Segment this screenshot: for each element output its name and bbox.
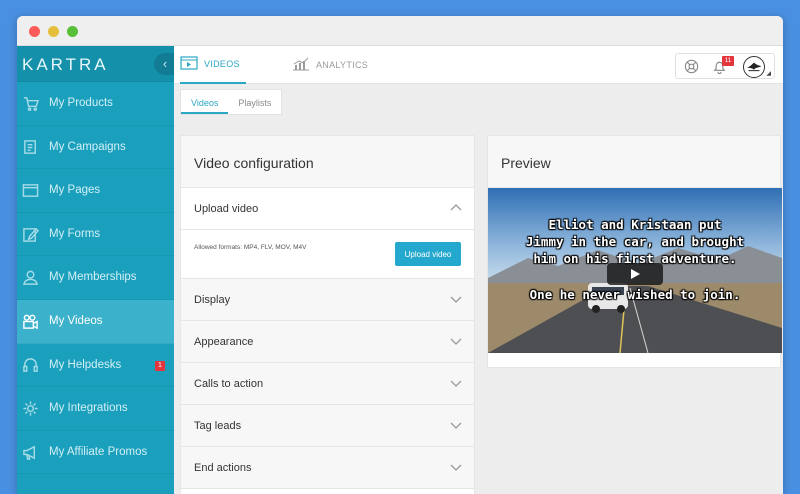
accordion-label: End actions: [194, 462, 252, 474]
notification-badge: 11: [722, 56, 734, 66]
top-actions: 11 ◢: [675, 53, 775, 79]
chevron-down-icon[interactable]: [450, 293, 462, 305]
support-lifebuoy-icon[interactable]: [683, 58, 700, 75]
accordion-label: Appearance: [194, 336, 254, 348]
video-configuration-panel: Video configuration Upload video Allowed…: [180, 135, 475, 494]
minimize-window-button[interactable]: [48, 26, 59, 37]
logo-bar: KARTRA ‹: [17, 46, 184, 82]
sidebar-item-pages[interactable]: My Pages: [17, 169, 174, 213]
chevron-down-icon[interactable]: [450, 461, 462, 473]
panel-title: Video configuration: [181, 136, 474, 188]
accordion-display[interactable]: Display: [181, 279, 474, 321]
sidebar-item-label: My Pages: [49, 184, 101, 197]
top-navigation: VIDEOS ANALYTICS 11 ◢: [174, 46, 783, 84]
accordion-label: Display: [194, 294, 231, 306]
analytics-chart-icon: [292, 57, 310, 73]
accordion-end-actions[interactable]: End actions: [181, 447, 474, 489]
video-subtitle-line-2: Jimmy in the car, and brought: [525, 234, 745, 249]
sidebar-item-label: My Integrations: [49, 402, 128, 415]
video-subtitle-line-1: Elliot and Kristaan put: [548, 217, 722, 232]
sidebar-item-integrations[interactable]: My Integrations: [17, 387, 174, 431]
pages-icon: [22, 182, 39, 199]
accordion-appearance[interactable]: Appearance: [181, 321, 474, 363]
sidebar-item-label: My Affiliate Promos: [49, 445, 148, 458]
sidebar-item-label: My Helpdesks: [49, 358, 122, 371]
user-avatar[interactable]: [743, 56, 765, 78]
accordion-upload-video[interactable]: Upload video: [181, 188, 474, 230]
tab-videos-label: VIDEOS: [204, 59, 240, 69]
upload-video-body: Allowed formats: MP4, FLV, MOV, M4V Uplo…: [181, 230, 474, 279]
video-subtitle-line-4: One he never wished to join.: [529, 287, 741, 302]
helpdesk-badge: 1: [155, 360, 165, 371]
kartra-logo[interactable]: KARTRA: [22, 55, 109, 75]
preview-title: Preview: [488, 136, 780, 188]
sidebar-item-label: My Forms: [49, 227, 101, 240]
upload-video-button[interactable]: Upload video: [395, 242, 461, 266]
sidebar-item-products[interactable]: My Products: [17, 82, 174, 126]
tab-analytics[interactable]: ANALYTICS: [292, 46, 368, 84]
forms-icon: [22, 226, 40, 243]
accordion-label: Tag leads: [194, 420, 242, 432]
chevron-down-icon[interactable]: [450, 377, 462, 389]
headset-icon: [22, 357, 39, 374]
window-titlebar: [17, 16, 783, 46]
sidebar-item-label: My Products: [49, 97, 113, 109]
maximize-window-button[interactable]: [67, 26, 78, 37]
sidebar-item-campaigns[interactable]: My Campaigns: [17, 126, 174, 170]
sidebar-item-forms[interactable]: My Forms: [17, 213, 174, 257]
cart-icon: [22, 95, 40, 112]
video-camera-icon: [22, 313, 39, 330]
tab-videos-list[interactable]: Videos: [181, 90, 229, 114]
chevron-down-icon[interactable]: [450, 335, 462, 347]
tab-analytics-label: ANALYTICS: [316, 60, 369, 70]
sub-tabs: Videos Playlists: [180, 89, 283, 115]
sidebar-item-label: My Videos: [49, 314, 103, 327]
avatar-dropdown-caret-icon[interactable]: ◢: [766, 70, 771, 77]
chevron-up-icon[interactable]: [450, 202, 462, 214]
close-window-button[interactable]: [29, 26, 40, 37]
accordion-label: Calls to action: [194, 378, 264, 390]
accordion-calls-to-action[interactable]: Calls to action: [181, 363, 474, 405]
accordion-label: Upload video: [194, 203, 259, 215]
sidebar-item-label: My Memberships: [49, 271, 137, 284]
preview-panel: Preview Elliot and Kristaan put Jimmy in…: [487, 135, 782, 368]
allowed-formats-text: Allowed formats: MP4, FLV, MOV, M4V: [194, 244, 307, 251]
video-player[interactable]: Elliot and Kristaan put Jimmy in the car…: [488, 188, 782, 353]
play-icon: [631, 269, 640, 279]
tab-playlists[interactable]: Playlists: [228, 90, 281, 114]
chevron-down-icon[interactable]: [450, 419, 462, 431]
sidebar-item-videos[interactable]: My Videos: [17, 299, 174, 344]
tab-videos[interactable]: VIDEOS: [180, 46, 246, 84]
play-button[interactable]: [607, 263, 663, 285]
memberships-icon: [22, 269, 39, 286]
sidebar-item-helpdesks[interactable]: My Helpdesks 1: [17, 344, 174, 388]
campaigns-icon: [22, 139, 39, 156]
sidebar-item-affiliate-promos[interactable]: My Affiliate Promos: [17, 431, 174, 475]
video-player-icon: [180, 56, 198, 72]
sidebar: KARTRA ‹ My Products My Campaigns My Pag…: [17, 46, 184, 494]
integrations-icon: [22, 400, 39, 417]
browser-window: KARTRA ‹ My Products My Campaigns My Pag…: [17, 16, 783, 494]
accordion-tag-leads[interactable]: Tag leads: [181, 405, 474, 447]
sidebar-item-memberships[interactable]: My Memberships: [17, 256, 174, 300]
sidebar-item-label: My Campaigns: [49, 140, 126, 153]
megaphone-icon: [22, 444, 39, 461]
